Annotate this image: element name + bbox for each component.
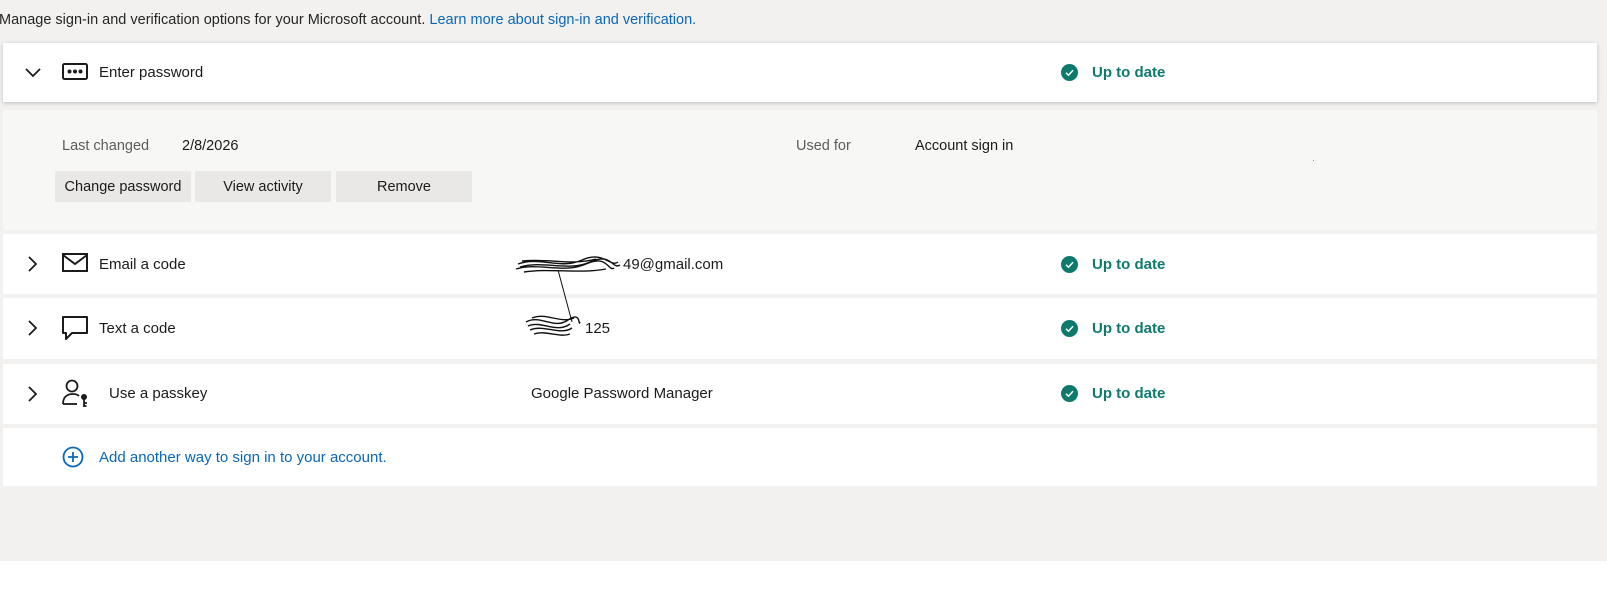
used-for-value: Account sign in: [915, 138, 1014, 154]
email-detail: 49@gmail.com: [623, 256, 724, 273]
passkey-detail: Google Password Manager: [531, 385, 713, 402]
status-text-code: Up to date: [1061, 320, 1165, 337]
plus-circle-icon[interactable]: [62, 446, 84, 468]
intro-description: Manage sign-in and verification options …: [0, 12, 430, 28]
method-label-text: Text a code: [99, 320, 176, 337]
intro-text: Manage sign-in and verification options …: [0, 12, 696, 28]
change-password-button[interactable]: Change password: [55, 171, 191, 202]
method-row-email[interactable]: Email a code 49@gmail.com Up to date: [3, 234, 1597, 294]
password-dots-icon: [62, 63, 88, 80]
password-details-panel: [3, 110, 1597, 230]
remove-button[interactable]: Remove: [336, 171, 472, 202]
status-password: Up to date: [1061, 64, 1165, 81]
method-label-passkey: Use a passkey: [109, 385, 208, 402]
status-text: Up to date: [1092, 320, 1166, 337]
learn-more-link[interactable]: Learn more about sign-in and verificatio…: [429, 12, 696, 28]
method-row-passkey[interactable]: Use a passkey Google Password Manager Up…: [3, 364, 1597, 424]
envelope-icon: [62, 253, 88, 272]
chevron-right-icon[interactable]: [23, 254, 43, 274]
view-activity-button[interactable]: View activity: [195, 171, 331, 202]
chevron-right-icon[interactable]: [23, 384, 43, 404]
status-email: Up to date: [1061, 256, 1165, 273]
person-key-icon: [62, 379, 87, 407]
method-label-email: Email a code: [99, 256, 186, 273]
phone-detail: 125: [585, 320, 611, 337]
checkmark-circle-icon: [1061, 256, 1078, 273]
method-row-password[interactable]: Enter password Up to date: [3, 43, 1597, 102]
chevron-right-icon[interactable]: [23, 318, 43, 338]
last-changed-label: Last changed: [62, 138, 150, 154]
status-text: Up to date: [1092, 385, 1166, 402]
status-text: Up to date: [1092, 256, 1166, 273]
last-changed-value: 2/8/2026: [182, 138, 239, 154]
status-text: Up to date: [1092, 64, 1166, 81]
chevron-down-icon[interactable]: [23, 63, 43, 83]
method-row-text[interactable]: Text a code 125 Up to date: [3, 298, 1597, 359]
method-label-password: Enter password: [99, 64, 204, 81]
checkmark-circle-icon: [1061, 320, 1078, 337]
stray-dot: [1313, 160, 1314, 161]
used-for-label: Used for: [796, 138, 851, 154]
chat-bubble-icon: [62, 316, 88, 340]
checkmark-circle-icon: [1061, 64, 1078, 81]
add-method-link[interactable]: Add another way to sign in to your accou…: [99, 449, 387, 466]
checkmark-circle-icon: [1061, 385, 1078, 402]
status-passkey: Up to date: [1061, 385, 1165, 402]
add-method-row[interactable]: Add another way to sign in to your accou…: [3, 428, 1597, 486]
